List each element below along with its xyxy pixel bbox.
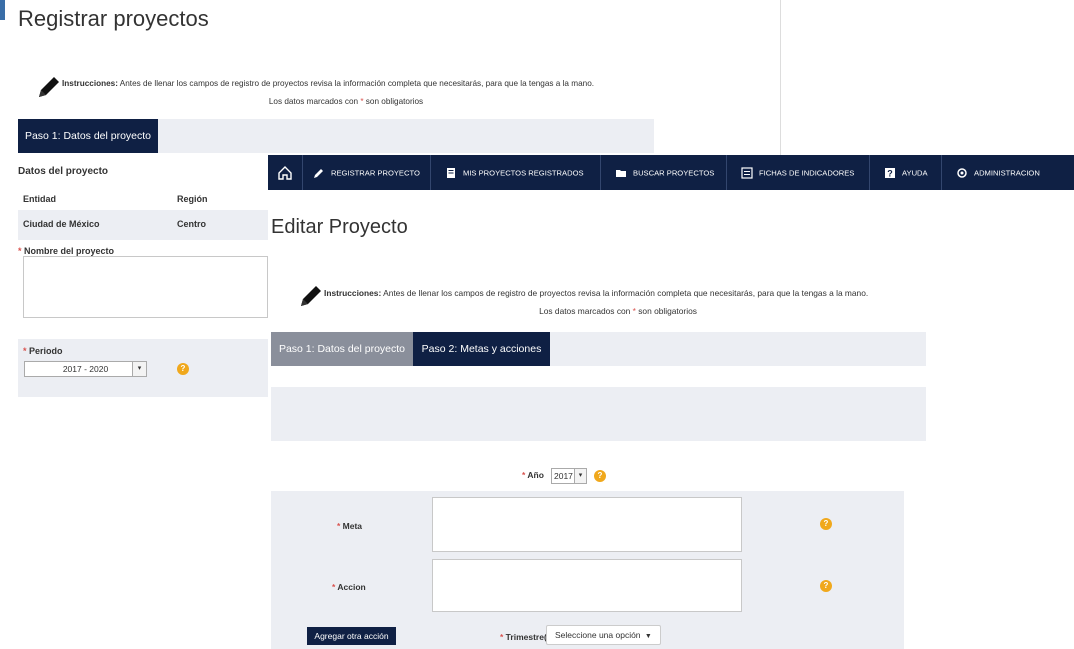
trimestre-placeholder: Seleccione una opción bbox=[555, 630, 641, 640]
nav-administracion[interactable]: ADMINISTRACION bbox=[942, 155, 1074, 190]
admin-icon bbox=[957, 168, 967, 178]
steps-bar: Paso 1: Datos del proyecto bbox=[18, 119, 654, 153]
folder-icon bbox=[616, 170, 626, 177]
help-icon[interactable]: ? bbox=[594, 470, 606, 482]
required-note: Los datos marcados con * son obligatorio… bbox=[539, 306, 697, 316]
tab-step-2[interactable]: Paso 2: Metas y acciones bbox=[413, 332, 550, 366]
meta-label: * Meta bbox=[337, 521, 363, 531]
required-note: Los datos marcados con * son obligatorio… bbox=[268, 97, 424, 106]
year-label: * Año bbox=[522, 470, 544, 480]
empty-panel bbox=[271, 387, 926, 441]
entity-row: Ciudad de México Centro bbox=[18, 210, 268, 240]
help-icon[interactable]: ? bbox=[177, 363, 189, 375]
nav-home[interactable] bbox=[268, 155, 303, 190]
nav-buscar-proyectos[interactable]: BUSCAR PROYECTOS bbox=[601, 155, 727, 190]
nav-registrar-proyecto[interactable]: REGISTRAR PROYECTO bbox=[303, 155, 431, 190]
period-label: * Periodo bbox=[23, 346, 63, 356]
main-navbar: REGISTRAR PROYECTO MIS PROYECTOS REGISTR… bbox=[268, 155, 1074, 190]
home-icon bbox=[278, 166, 292, 180]
steps-bar: Paso 1: Datos del proyecto Paso 2: Metas… bbox=[271, 332, 926, 366]
accion-label: * Accion bbox=[332, 582, 366, 592]
period-value: 2017 - 2020 bbox=[62, 364, 109, 374]
project-data-section: Datos del proyecto Entidad Región Ciudad… bbox=[18, 158, 268, 398]
pencil-icon bbox=[314, 169, 323, 178]
year-value: 2017 bbox=[554, 471, 573, 481]
chevron-down-icon: ▾ bbox=[132, 362, 146, 376]
name-label: * Nombre del proyecto bbox=[18, 246, 115, 256]
chevron-down-icon: ▾ bbox=[574, 469, 586, 483]
nav-ayuda[interactable]: ? AYUDA bbox=[870, 155, 942, 190]
nav-mis-proyectos[interactable]: MIS PROYECTOS REGISTRADOS bbox=[431, 155, 601, 190]
caret-down-icon: ▼ bbox=[644, 633, 652, 640]
meta-textarea[interactable] bbox=[432, 497, 742, 552]
editar-proyecto-window: REGISTRAR PROYECTO MIS PROYECTOS REGISTR… bbox=[268, 155, 1074, 649]
period-select[interactable]: 2017 - 2020 ▾ bbox=[24, 361, 147, 377]
accion-textarea[interactable] bbox=[432, 559, 742, 612]
add-action-button[interactable]: Agregar otra acción bbox=[307, 627, 396, 645]
right-divider bbox=[780, 0, 781, 155]
help-icon[interactable]: ? bbox=[820, 580, 832, 592]
list-icon bbox=[741, 167, 753, 179]
instructions-text: Instrucciones: Antes de llenar los campo… bbox=[62, 79, 595, 88]
period-row: * Periodo 2017 - 2020 ▾ ? bbox=[18, 339, 268, 397]
entity-label: Entidad bbox=[23, 194, 56, 204]
entity-value: Ciudad de México bbox=[23, 219, 100, 229]
name-textarea[interactable] bbox=[23, 256, 268, 318]
tab-step-1[interactable]: Paso 1: Datos del proyecto bbox=[271, 332, 413, 366]
page-title: Registrar proyectos bbox=[18, 6, 209, 31]
region-value: Centro bbox=[177, 219, 206, 229]
metas-acciones-panel: * Meta ? * Accion ? Agregar otra acción … bbox=[271, 491, 904, 649]
year-row: * Año 2017 ▾ ? bbox=[268, 466, 928, 486]
svg-text:?: ? bbox=[887, 169, 893, 179]
region-label: Región bbox=[177, 194, 208, 204]
page-title: Editar Proyecto bbox=[271, 216, 408, 238]
section-title: Datos del proyecto bbox=[18, 166, 109, 177]
year-select[interactable]: 2017 ▾ bbox=[551, 468, 587, 484]
instructions-block: Instrucciones: Antes de llenar los campo… bbox=[36, 74, 656, 114]
help-icon: ? bbox=[885, 168, 895, 179]
instructions-block: Instrucciones: Antes de llenar los campo… bbox=[298, 283, 938, 323]
tab-step-1[interactable]: Paso 1: Datos del proyecto bbox=[18, 119, 158, 153]
instructions-text: Instrucciones: Antes de llenar los campo… bbox=[324, 288, 869, 298]
help-icon[interactable]: ? bbox=[820, 518, 832, 530]
trimestre-dropdown[interactable]: Seleccione una opción ▼ bbox=[546, 625, 661, 645]
left-accent-bar bbox=[0, 0, 5, 20]
document-icon bbox=[447, 168, 455, 178]
nav-fichas-indicadores[interactable]: FICHAS DE INDICADORES bbox=[727, 155, 870, 190]
